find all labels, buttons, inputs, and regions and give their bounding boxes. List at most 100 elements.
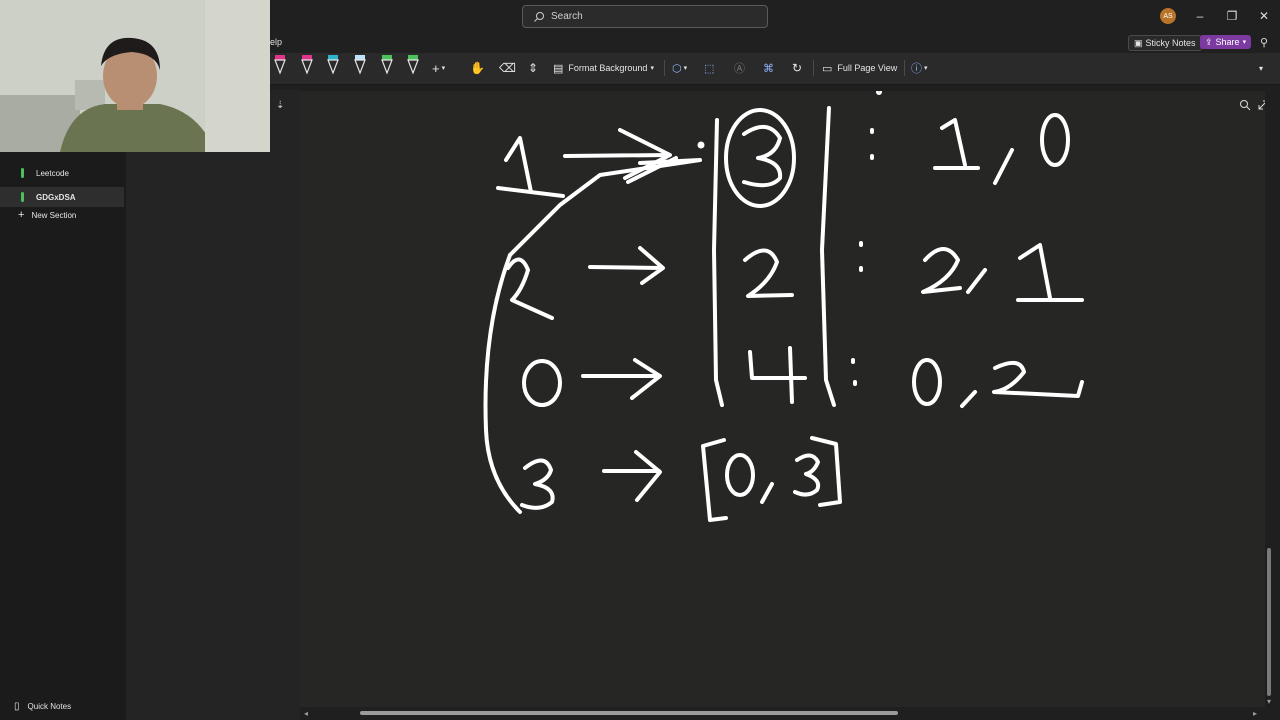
ink-dot xyxy=(697,141,705,149)
ink-arrow xyxy=(588,246,665,285)
quick-notes-button[interactable]: ▯ Quick Notes xyxy=(14,701,71,712)
help-button[interactable]: ⓘ ▾ xyxy=(911,59,928,77)
page-list xyxy=(126,152,300,720)
webcam-overlay xyxy=(0,0,270,152)
ink-to-text-icon: Ⓐ xyxy=(734,63,745,75)
hand-icon: ✋ xyxy=(470,61,485,75)
ink-dot xyxy=(876,91,882,95)
pen-tool[interactable] xyxy=(353,55,367,77)
ink-replay-button[interactable]: ↻ xyxy=(792,59,802,77)
pen-icon xyxy=(327,55,339,75)
chevron-down-icon: ▾ xyxy=(441,65,446,72)
note-canvas[interactable] xyxy=(300,91,1265,707)
shapes-button[interactable]: ⬡ ▾ xyxy=(672,59,687,77)
ink-to-shape-button[interactable]: ⌘ xyxy=(763,59,774,77)
ink-digit-2 xyxy=(506,257,554,320)
restore-icon[interactable]: ❐ xyxy=(1224,8,1240,24)
ink-comma xyxy=(960,390,977,408)
new-section-label: New Section xyxy=(31,210,77,220)
sort-icon[interactable]: ⇣ xyxy=(276,100,284,111)
full-page-view-label: Full Page View xyxy=(837,63,898,73)
chevron-down-icon: ▾ xyxy=(1259,63,1264,73)
ink-to-shape-icon: ⌘ xyxy=(763,62,774,75)
pen-tool[interactable] xyxy=(380,55,394,77)
pen-tool[interactable] xyxy=(326,55,340,77)
ink-colon xyxy=(851,358,857,386)
pen-icon xyxy=(354,55,366,75)
account-avatar[interactable]: AS xyxy=(1160,8,1176,24)
ink-to-text-button[interactable]: Ⓐ xyxy=(734,59,745,77)
add-space-icon: ⇕ xyxy=(528,61,539,75)
replay-icon: ↻ xyxy=(792,61,803,75)
pen-icon xyxy=(381,55,393,75)
format-background-button[interactable]: ▤ Format Background ▾ xyxy=(553,59,654,77)
format-background-label: Format Background xyxy=(568,63,648,73)
pen-icon xyxy=(274,55,286,75)
pen-tool[interactable] xyxy=(300,55,314,77)
collapse-ribbon-button[interactable]: ▾ xyxy=(1259,59,1263,77)
sticky-notes-label: Sticky Notes xyxy=(1145,38,1196,48)
ink-digit-0b xyxy=(522,359,562,407)
full-page-icon: ▭ xyxy=(822,62,833,75)
ribbon-divider xyxy=(813,60,814,76)
section-color-marker xyxy=(21,192,24,202)
share-label: Share xyxy=(1215,37,1240,47)
section-label: Leetcode xyxy=(36,168,69,178)
scroll-right-icon[interactable]: ▸ xyxy=(1253,709,1257,718)
pen-tool[interactable] xyxy=(406,55,420,77)
pen-tool[interactable] xyxy=(273,55,287,77)
section-list xyxy=(0,152,126,720)
scroll-left-icon[interactable]: ◂ xyxy=(304,709,308,718)
draw-ribbon xyxy=(270,53,1280,85)
new-section-button[interactable]: + New Section xyxy=(18,209,76,221)
add-space-tool[interactable]: ⇕ xyxy=(528,59,538,77)
share-button[interactable]: ⇪ Share ▾ xyxy=(1200,35,1252,49)
ink-digit-0d xyxy=(725,453,755,497)
handwritten-ink xyxy=(483,91,1084,522)
add-pen-button[interactable]: + ▾ xyxy=(432,59,445,77)
ink-digit-1 xyxy=(496,136,565,198)
section-tab[interactable]: Leetcode xyxy=(0,163,124,183)
chevron-down-icon: ▾ xyxy=(924,65,928,72)
scroll-down-icon[interactable]: ▾ xyxy=(1267,697,1271,706)
ink-digit-2b xyxy=(743,248,794,298)
plus-icon: + xyxy=(18,209,25,221)
ink-close-bracket xyxy=(810,436,842,507)
lasso-select-button[interactable]: ⬚ xyxy=(704,59,714,77)
hand-tool[interactable]: ✋ xyxy=(470,59,485,77)
minimize-icon[interactable]: – xyxy=(1192,8,1208,24)
ink-curve-connector xyxy=(483,253,522,514)
ink-digit-4 xyxy=(748,346,807,404)
ink-digit-3b xyxy=(520,458,555,510)
close-icon[interactable]: ✕ xyxy=(1256,8,1272,24)
full-page-view-button[interactable]: ▭ Full Page View xyxy=(822,59,897,77)
search-box[interactable]: Search xyxy=(522,5,768,28)
pen-icon xyxy=(407,55,419,75)
pen-icon xyxy=(301,55,313,75)
vertical-scroll-thumb[interactable] xyxy=(1267,548,1271,696)
chevron-down-icon: ▾ xyxy=(1242,39,1247,46)
search-icon xyxy=(534,11,544,22)
sticky-notes-icon: ▣ xyxy=(1134,37,1143,48)
eraser-tool[interactable]: ⌫ xyxy=(499,59,516,77)
plus-icon: + xyxy=(432,60,440,76)
chevron-down-icon: ▾ xyxy=(650,65,654,72)
feedback-icon[interactable]: ⚲ xyxy=(1256,35,1272,51)
chevron-down-icon: ▾ xyxy=(683,65,688,72)
ink-digit-0 xyxy=(1040,113,1070,167)
ink-comma xyxy=(760,482,774,504)
sticky-notes-button[interactable]: ▣ Sticky Notes xyxy=(1128,35,1202,51)
menu-help[interactable]: elp xyxy=(270,37,282,47)
page-list-header: ⇣ xyxy=(270,90,300,152)
share-icon: ⇪ xyxy=(1205,36,1213,47)
section-tab[interactable]: GDGxDSA xyxy=(0,187,124,207)
lasso-icon: ⬚ xyxy=(704,62,715,75)
horizontal-scroll-thumb[interactable] xyxy=(360,711,898,715)
zoom-icon[interactable] xyxy=(1239,99,1251,111)
ink-digit-2d xyxy=(992,360,1084,398)
ink-arrow xyxy=(602,450,662,502)
ribbon-divider xyxy=(664,60,665,76)
ink-digit-3c xyxy=(793,453,821,497)
ink-digit-3 xyxy=(742,125,783,188)
ink-arrow xyxy=(581,358,662,400)
